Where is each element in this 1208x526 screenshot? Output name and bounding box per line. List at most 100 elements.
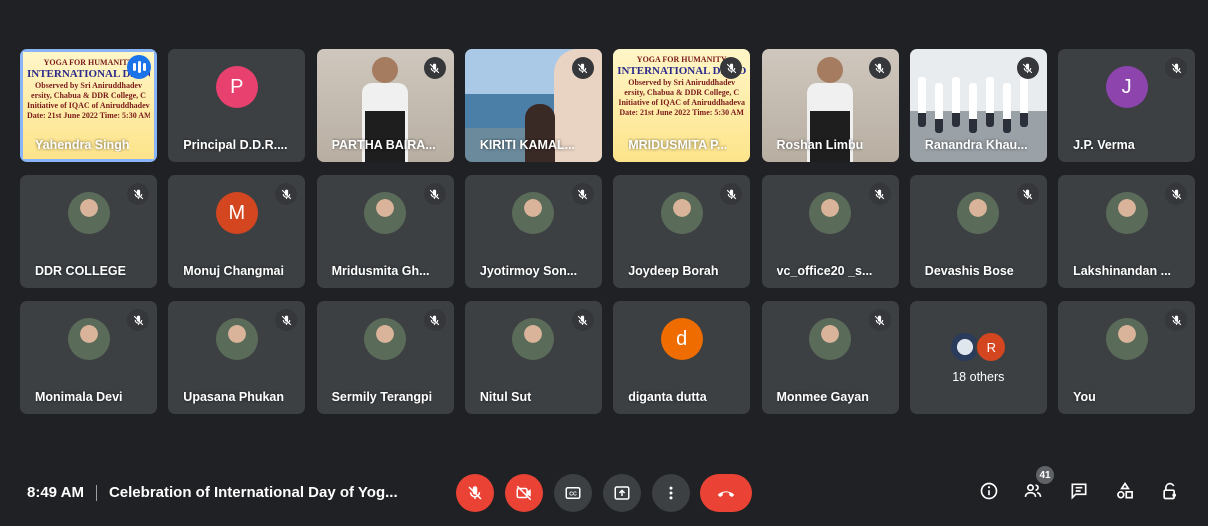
poster-line: Date: 21st June 2022 Time: 5:30 AM [619, 108, 744, 117]
mic-off-icon [1165, 183, 1188, 205]
present-button[interactable] [603, 474, 641, 512]
clock-time: 8:49 AM [27, 484, 84, 501]
participant-tile[interactable]: d diganta dutta [613, 301, 751, 414]
participant-name: vc_office20 _s... [776, 264, 873, 278]
avatar [957, 192, 1000, 234]
avatar [809, 192, 851, 234]
participant-name: Ranandra Khau... [924, 138, 1028, 152]
mic-off-icon [127, 183, 149, 205]
participant-tile[interactable]: R 18 others [909, 301, 1047, 414]
speaking-indicator-icon [127, 55, 151, 79]
chat-button[interactable] [1066, 478, 1092, 504]
participant-name: 18 others [952, 370, 1005, 384]
participant-name: KIRITI KAMAL... [479, 138, 576, 152]
participant-name: Monimala Devi [35, 390, 123, 404]
activities-button[interactable] [1112, 478, 1138, 504]
participant-tile[interactable]: Monmee Gayan [761, 301, 899, 414]
mic-off-icon [571, 309, 594, 331]
participant-tile[interactable]: Devashis Bose [909, 175, 1047, 288]
present-icon [614, 486, 630, 500]
participant-tile[interactable]: Nitul Sut [464, 301, 602, 414]
participant-tile[interactable]: Mridusmita Gh... [316, 175, 454, 288]
mic-off-icon [868, 57, 891, 79]
avatar [215, 318, 258, 360]
meeting-title: Celebration of International Day of Yog.… [108, 484, 398, 501]
avatar: d [660, 318, 703, 360]
poster-line: Observed by Sri Aniruddhadev [35, 81, 142, 90]
participant-tile[interactable]: You [1058, 301, 1196, 414]
participant-name: Sermily Terangpi [331, 390, 433, 404]
svg-text:CC: CC [569, 492, 577, 498]
participant-name: Joydeep Borah [628, 264, 719, 278]
participant-tile[interactable]: DDR COLLEGE [20, 175, 157, 288]
participant-tile[interactable]: PARTHA BAIRA... [316, 49, 454, 162]
participant-name: Monuj Changmai [183, 264, 284, 278]
poster-line: ersity, Chabua & DDR College, C [31, 91, 146, 100]
avatar [660, 192, 703, 234]
avatar-letter: P [230, 75, 244, 98]
participant-name: Yahendra Singh [35, 138, 130, 152]
mic-off-icon [127, 309, 149, 331]
avatar-letter: R [986, 339, 996, 355]
bottom-bar: 8:49 AM Celebration of International Day… [0, 462, 1208, 526]
avatar-letter: d [676, 327, 688, 350]
poster-line: Initiative of IQAC of Aniruddhadeva [27, 101, 150, 110]
participant-name: diganta dutta [628, 390, 707, 404]
mic-off-icon [1016, 57, 1039, 79]
participant-tile[interactable]: Lakshinandan ... [1058, 175, 1196, 288]
poster-line: ersity, Chabua & DDR College, C [624, 88, 740, 97]
participant-name: Jyotirmoy Son... [479, 264, 578, 278]
participant-tile[interactable]: M Monuj Changmai [168, 175, 306, 288]
participant-tile[interactable]: Sermily Terangpi [316, 301, 454, 414]
mic-off-icon [275, 183, 298, 205]
participant-name: Mridusmita Gh... [331, 264, 430, 278]
participant-name: MRIDUSMITA P... [628, 138, 728, 152]
avatar [1105, 318, 1148, 360]
lock-person-icon [1163, 482, 1176, 500]
participant-name: Nitul Sut [479, 390, 532, 404]
mic-off-icon [468, 486, 482, 500]
participant-tile[interactable]: vc_office20 _s... [761, 175, 899, 288]
participant-name: DDR COLLEGE [35, 264, 126, 278]
others-avatars: R [949, 331, 1008, 363]
mic-toggle-button[interactable] [456, 474, 494, 512]
poster-line: Observed by Sri Aniruddhadev [628, 78, 736, 87]
mic-off-icon [868, 183, 891, 205]
camera-toggle-button[interactable] [505, 474, 543, 512]
avatar [364, 192, 407, 234]
more-options-button[interactable] [652, 474, 690, 512]
participant-tile[interactable]: P Principal D.D.R.... [168, 49, 306, 162]
mic-off-icon [1165, 57, 1188, 79]
participant-tile[interactable]: KIRITI KAMAL... [464, 49, 602, 162]
avatar-letter: M [228, 201, 246, 224]
more-vert-icon [669, 486, 673, 500]
participant-count-badge: 41 [1036, 466, 1054, 484]
participant-name: J.P. Verma [1073, 138, 1135, 152]
participant-tile[interactable]: Ranandra Khau... [909, 49, 1047, 162]
participant-tile[interactable]: Monimala Devi [20, 301, 157, 414]
avatar: P [215, 66, 258, 108]
meeting-info-button[interactable] [976, 478, 1002, 504]
leave-call-button[interactable] [700, 474, 752, 512]
avatar [67, 318, 110, 360]
host-controls-button[interactable] [1157, 478, 1183, 504]
info-icon [980, 482, 998, 500]
captions-button[interactable]: CC [554, 474, 592, 512]
participant-tile[interactable]: J J.P. Verma [1058, 49, 1196, 162]
participant-tile[interactable]: Upasana Phukan [168, 301, 306, 414]
mic-off-icon [423, 183, 446, 205]
avatar [512, 318, 555, 360]
participant-tile[interactable]: YOGA FOR HUMANITY INTERNATIONAL DAY OF Obs… [20, 49, 157, 162]
participant-name: Lakshinandan ... [1073, 264, 1172, 278]
avatar [67, 192, 110, 234]
participant-tile[interactable]: Joydeep Borah [613, 175, 751, 288]
people-icon [1024, 484, 1042, 497]
meeting-details[interactable]: 8:49 AM Celebration of International Day… [27, 484, 398, 501]
hang-up-icon [717, 491, 735, 498]
mic-off-icon [571, 183, 594, 205]
mic-off-icon [1016, 183, 1039, 205]
participant-tile[interactable]: YOGA FOR HUMANITY INTERNATIONAL DAY OF Obs… [613, 49, 751, 162]
participant-tile[interactable]: Jyotirmoy Son... [464, 175, 602, 288]
avatar-letter: J [1121, 75, 1132, 98]
participant-tile[interactable]: Roshan Limbu [761, 49, 899, 162]
